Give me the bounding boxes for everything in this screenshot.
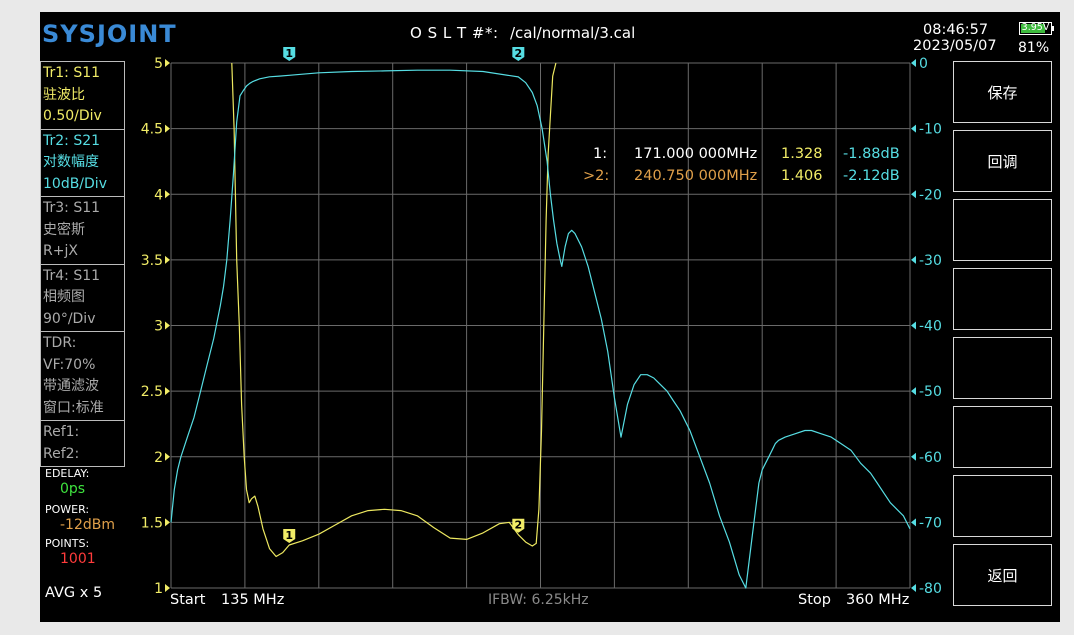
left-tick-arrow	[165, 190, 170, 199]
marker-2-db: -2.12dB	[843, 168, 900, 184]
right-tick-arrow	[911, 255, 916, 264]
softkey-4[interactable]	[953, 268, 1052, 330]
left-tick-arrow	[165, 387, 170, 396]
marker-2-id: >2:	[583, 168, 610, 184]
stop-label: Stop	[798, 592, 831, 608]
right-axis-ticks: 0 -10 -20 -30 -40 -50 -60 -70 -80	[911, 56, 942, 597]
start-label: Start	[170, 592, 206, 608]
right-axis-tick-label: -60	[919, 450, 942, 466]
softkey-5[interactable]	[953, 337, 1052, 399]
left-tick-arrow	[165, 59, 170, 67]
chart-svg: 5 4.5 4 3.5 3 2.5 2 1.5 1 0 -10 -20 -30 -40 -50 -60 -70…	[141, 47, 942, 597]
marker-number: 1	[285, 529, 293, 542]
right-tick-arrow	[911, 452, 916, 461]
right-tick-arrow	[911, 387, 916, 396]
marker-number: 1	[285, 47, 293, 60]
right-axis-tick-label: -50	[919, 384, 942, 400]
right-tick-arrow	[911, 321, 916, 330]
left-axis-ticks: 5 4.5 4 3.5 3 2.5 2 1.5 1	[141, 56, 170, 597]
marker-2-icon: 2	[512, 518, 525, 533]
left-axis-tick-label: 4	[154, 187, 163, 203]
marker-1-freq: 171.000 000MHz	[634, 146, 758, 162]
start-value: 135 MHz	[221, 592, 285, 608]
left-axis-tick-label: 2.5	[141, 384, 163, 400]
right-tick-arrow	[911, 59, 916, 67]
left-axis-tick-label: 1.5	[141, 515, 163, 531]
left-axis-tick-label: 5	[154, 56, 163, 72]
marker-1-db: -1.88dB	[843, 146, 900, 162]
softkey-3[interactable]	[953, 199, 1052, 261]
softkey-7[interactable]	[953, 475, 1052, 537]
marker-number: 2	[515, 47, 523, 60]
left-tick-arrow	[165, 518, 170, 527]
marker-2-icon: 2	[512, 47, 525, 61]
softkey-back[interactable]: 返回	[953, 544, 1052, 606]
analyzer-screen: SYSJOINT O S L T #*: /cal/normal/3.cal 0…	[40, 12, 1060, 622]
right-axis-tick-label: -70	[919, 515, 942, 531]
right-tick-arrow	[911, 124, 916, 133]
marker-2-freq: 240.750 000MHz	[634, 168, 758, 184]
left-axis-tick-label: 1	[154, 581, 163, 597]
marker-2-vswr: 1.406	[781, 168, 823, 184]
marker-number: 2	[515, 519, 523, 532]
left-tick-arrow	[165, 584, 170, 592]
right-tick-arrow	[911, 518, 916, 527]
marker-1-id: 1:	[593, 146, 608, 162]
grid	[170, 62, 911, 589]
right-axis-tick-label: 0	[919, 56, 928, 72]
left-tick-arrow	[165, 124, 170, 133]
right-axis-tick-label: -80	[919, 581, 942, 597]
marker-1-icon: 1	[283, 528, 296, 543]
left-axis-tick-label: 2	[154, 450, 163, 466]
left-axis-tick-label: 4.5	[141, 122, 163, 138]
left-axis-tick-label: 3	[154, 319, 163, 335]
left-tick-arrow	[165, 321, 170, 330]
markers-layer: 1 1 2 2	[283, 47, 525, 543]
right-axis-tick-label: -30	[919, 253, 942, 269]
softkey-save[interactable]: 保存	[953, 61, 1052, 123]
left-tick-arrow	[165, 255, 170, 264]
marker-1-icon: 1	[283, 47, 296, 61]
left-axis-tick-label: 3.5	[141, 253, 163, 269]
softkey-6[interactable]	[953, 406, 1052, 468]
right-tick-arrow	[911, 190, 916, 199]
stop-value: 360 MHz	[846, 592, 910, 608]
right-axis-tick-label: -10	[919, 122, 942, 138]
marker-1-vswr: 1.328	[781, 146, 823, 162]
right-axis-tick-label: -20	[919, 187, 942, 203]
series-1-line	[231, 62, 557, 558]
softkey-recall[interactable]: 回调	[953, 130, 1052, 192]
ifbw-label: IFBW: 6.25kHz	[488, 592, 589, 608]
right-axis-tick-label: -40	[919, 319, 942, 335]
right-tick-arrow	[911, 584, 916, 592]
left-tick-arrow	[165, 452, 170, 461]
